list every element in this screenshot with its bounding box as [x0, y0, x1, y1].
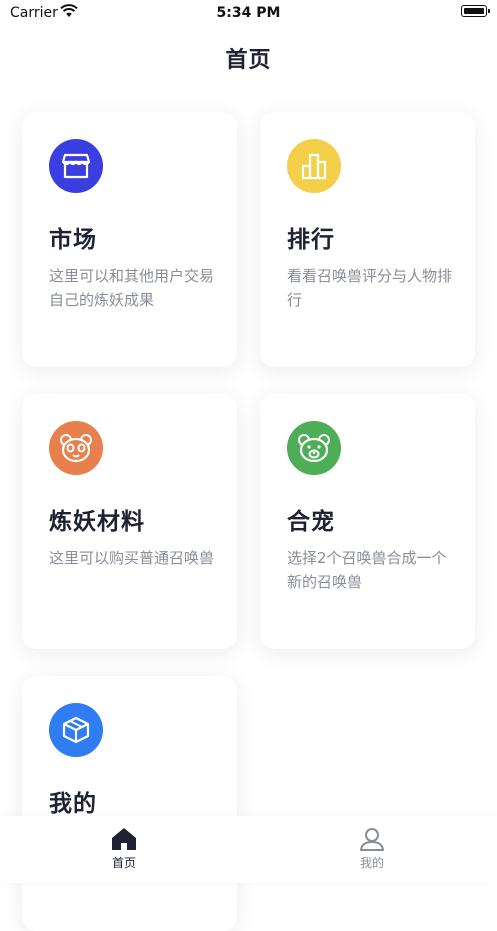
user-icon [360, 828, 384, 851]
card-mine[interactable]: 我的 [22, 676, 237, 931]
card-description: 这里可以购买普通召唤兽 [49, 549, 215, 567]
tab-mine[interactable]: 我的 [332, 826, 412, 871]
card-ranking[interactable]: 排行 看看召唤兽评分与人物排行 [260, 112, 475, 367]
card-material[interactable]: 炼妖材料 这里可以购买普通召唤兽 [22, 394, 237, 649]
card-description: 这里可以和其他用户交易自己的炼妖成果 [49, 267, 215, 309]
tab-home[interactable]: 首页 [84, 826, 164, 871]
battery-icon [461, 5, 490, 17]
card-description: 选择2个召唤兽合成一个新的召唤兽 [287, 549, 447, 591]
box-icon [49, 703, 103, 757]
tab-home-label: 首页 [111, 856, 136, 870]
clock: 5:34 PM [216, 5, 281, 21]
card-title: 市场 [49, 227, 97, 253]
card-merge[interactable]: 合宠 选择2个召唤兽合成一个新的召唤兽 [260, 394, 475, 649]
card-market[interactable]: 市场 这里可以和其他用户交易自己的炼妖成果 [22, 112, 237, 367]
card-title: 炼妖材料 [49, 509, 145, 535]
page-title: 首页 [225, 48, 272, 73]
shop-icon [49, 139, 103, 193]
home-icon [112, 828, 136, 850]
panda-icon [49, 421, 103, 475]
bear-icon [287, 421, 341, 475]
card-description: 看看召唤兽评分与人物排行 [287, 267, 453, 309]
status-bar: Carrier 5:34 PM [0, 0, 497, 28]
tab-bar: 首页 我的 [0, 816, 497, 883]
tab-mine-label: 我的 [359, 856, 384, 870]
card-title: 我的 [49, 791, 97, 817]
bar-chart-icon [287, 139, 341, 193]
card-title: 合宠 [287, 509, 335, 535]
card-title: 排行 [287, 227, 335, 253]
